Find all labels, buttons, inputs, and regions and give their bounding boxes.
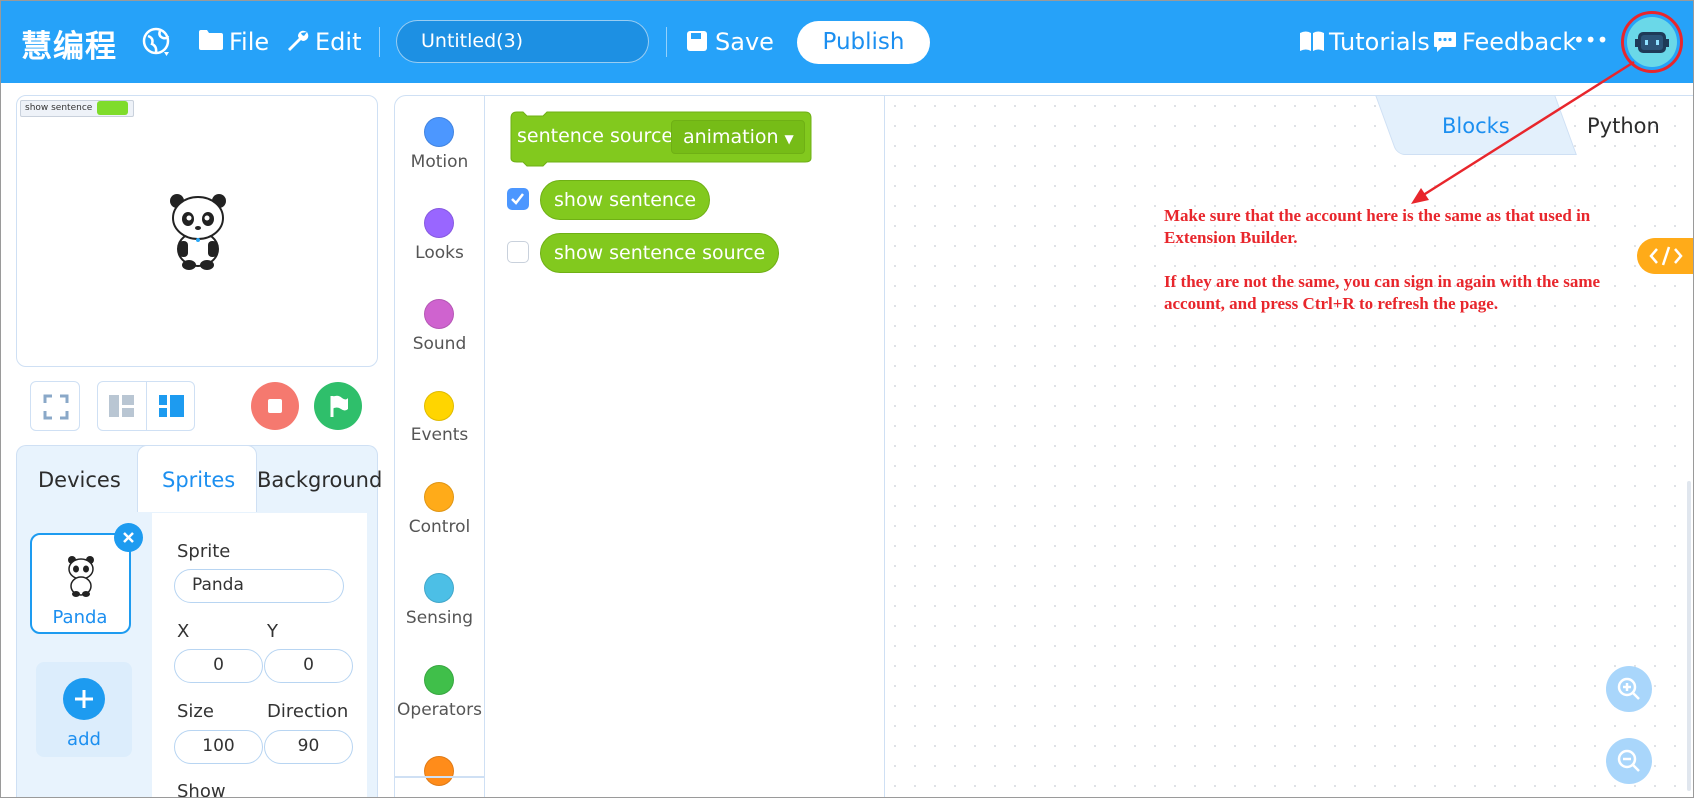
show-sentence-source-reporter[interactable]: show sentence source: [540, 233, 780, 273]
category-looks[interactable]: Looks: [394, 243, 485, 263]
book-icon: [1299, 30, 1325, 52]
animation-dropdown[interactable]: animation ▼: [671, 120, 805, 154]
size-input[interactable]: 100: [174, 730, 263, 764]
small-stage-button[interactable]: [97, 381, 146, 431]
annotation-note: Make sure that the account here is the s…: [1164, 205, 1604, 315]
edit-menu[interactable]: Edit: [315, 28, 361, 56]
category-motion[interactable]: Motion: [394, 152, 485, 172]
sprite-name-label: Sprite: [177, 541, 231, 562]
sound-category-icon[interactable]: [424, 299, 454, 329]
workspace-scrollbar[interactable]: [1687, 481, 1691, 791]
panda-sprite[interactable]: [161, 191, 235, 275]
app-window: 慧编程 File Edit Untitled(3) Save Publish T…: [0, 0, 1694, 798]
annotation-arrow: [1411, 60, 1635, 204]
annotation-line-2: If they are not the same, you can sign i…: [1164, 272, 1601, 313]
code-toggle-button[interactable]: [1637, 238, 1693, 274]
zoom-in-button[interactable]: [1606, 666, 1652, 712]
feedback-button[interactable]: Feedback: [1462, 28, 1576, 56]
delete-sprite-button[interactable]: [114, 523, 143, 552]
show-sentence-checkbox[interactable]: [507, 188, 529, 210]
monitor-value: [97, 101, 128, 115]
app-logo[interactable]: 慧编程: [21, 21, 117, 66]
save-icon: [686, 30, 708, 52]
more-menu[interactable]: •••: [1573, 28, 1608, 52]
variables-category-icon[interactable]: [424, 756, 454, 786]
y-label: Y: [267, 621, 278, 642]
dropdown-value: animation: [683, 126, 779, 148]
sprite-thumbnail-label: Panda: [52, 607, 108, 628]
folder-icon: [198, 29, 224, 51]
hat-block-label: sentence source: [517, 125, 674, 147]
looks-category-icon[interactable]: [424, 208, 454, 238]
monitor-label: show sentence: [25, 103, 93, 113]
scrollbar-track[interactable]: [368, 513, 376, 797]
show-sentence-reporter[interactable]: show sentence: [540, 180, 711, 220]
zoom-out-button[interactable]: [1606, 738, 1652, 784]
add-label: add: [67, 729, 101, 750]
category-sound[interactable]: Sound: [394, 334, 485, 354]
x-input[interactable]: 0: [174, 649, 263, 683]
direction-label: Direction: [267, 701, 349, 722]
direction-input[interactable]: 90: [264, 730, 353, 764]
category-events[interactable]: Events: [394, 425, 485, 445]
x-label: X: [177, 621, 190, 642]
size-label: Size: [177, 701, 214, 722]
sentence-source-hat-block[interactable]: sentence source animation ▼: [507, 110, 813, 174]
divider: [666, 27, 667, 57]
wrench-icon: [286, 29, 310, 53]
plus-icon: [63, 678, 105, 720]
green-flag-button[interactable]: [314, 382, 362, 430]
chat-icon: [1433, 31, 1457, 53]
large-stage-button[interactable]: [146, 381, 195, 431]
publish-button[interactable]: Publish: [797, 21, 930, 64]
add-sprite-button[interactable]: add: [36, 662, 132, 757]
caret-down-icon: ▼: [784, 132, 794, 146]
stop-button[interactable]: [251, 382, 299, 430]
operators-category-icon[interactable]: [424, 665, 454, 695]
save-button[interactable]: Save: [715, 28, 774, 56]
events-category-icon[interactable]: [424, 391, 454, 421]
sensing-category-icon[interactable]: [424, 573, 454, 603]
fullscreen-button[interactable]: [30, 381, 80, 431]
category-operators[interactable]: Operators: [394, 700, 485, 720]
file-menu[interactable]: File: [229, 28, 269, 56]
globe-icon[interactable]: [142, 26, 174, 58]
tab-background[interactable]: Background: [257, 468, 382, 492]
category-control[interactable]: Control: [394, 517, 485, 537]
project-name-input[interactable]: Untitled(3): [396, 20, 649, 63]
divider: [379, 27, 380, 57]
sprite-name-input[interactable]: Panda: [174, 569, 344, 603]
category-sensing[interactable]: Sensing: [394, 608, 485, 628]
motion-category-icon[interactable]: [424, 117, 454, 147]
control-category-icon[interactable]: [424, 482, 454, 512]
show-label: Show: [177, 781, 226, 798]
tutorials-button[interactable]: Tutorials: [1329, 28, 1430, 56]
y-input[interactable]: 0: [264, 649, 353, 683]
show-sentence-source-checkbox[interactable]: [507, 241, 529, 263]
tab-sprites[interactable]: Sprites: [162, 468, 235, 492]
annotation-line-1: Make sure that the account here is the s…: [1164, 206, 1591, 247]
divider: [394, 776, 485, 778]
tab-devices[interactable]: Devices: [38, 468, 121, 492]
